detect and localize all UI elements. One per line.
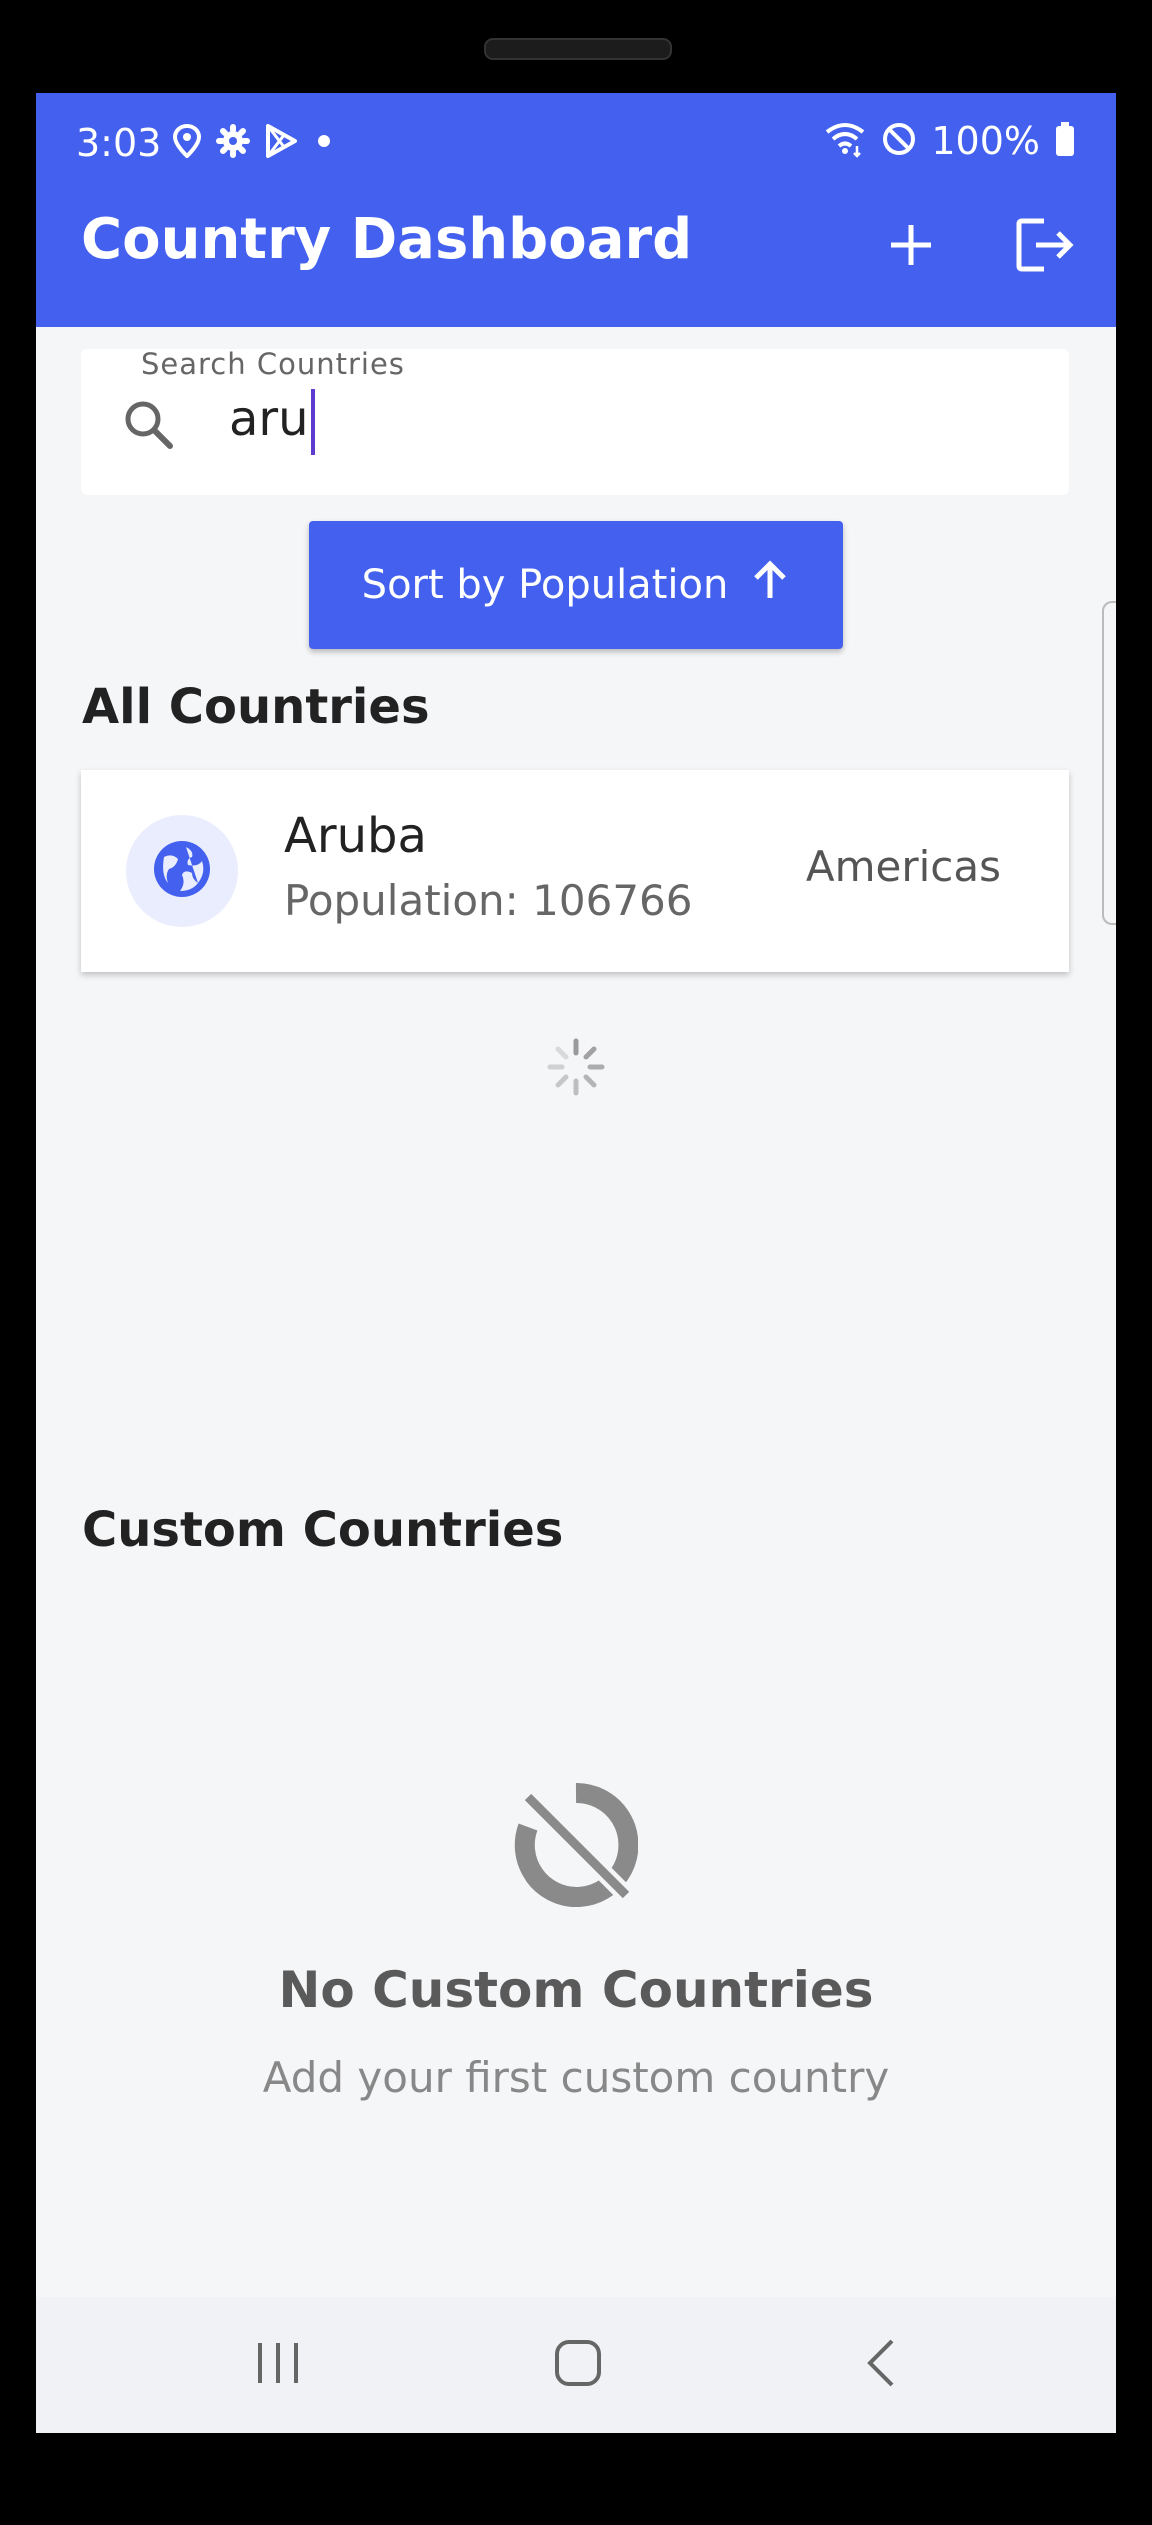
add-country-button[interactable]: [875, 211, 947, 283]
country-region: Americas: [805, 842, 1001, 891]
logout-icon: [1016, 217, 1076, 277]
empty-state-title: No Custom Countries: [278, 1961, 874, 2019]
all-countries-title: All Countries: [82, 679, 430, 735]
sync-disabled-icon: [514, 1782, 639, 1911]
do-not-disturb-icon: [881, 121, 917, 161]
country-name: Aruba: [284, 808, 427, 864]
system-nav-bar: [36, 2297, 1116, 2433]
play-store-icon: [264, 123, 298, 163]
status-bar: 3:03 100%: [36, 93, 1116, 197]
location-icon: [172, 123, 202, 162]
status-time: 3:03: [76, 121, 162, 165]
search-label: Search Countries: [141, 347, 405, 381]
search-input[interactable]: aru: [229, 389, 315, 455]
custom-countries-title: Custom Countries: [82, 1502, 564, 1558]
sort-by-population-button[interactable]: Sort by Population: [309, 521, 843, 649]
search-icon: [121, 397, 175, 455]
text-caret: [310, 389, 315, 455]
loading-spinner: [546, 1037, 606, 1101]
sort-button-label: Sort by Population: [361, 562, 729, 608]
home-button[interactable]: [552, 2337, 604, 2393]
country-card[interactable]: Aruba Population: 106766 Americas: [81, 770, 1069, 972]
logout-button[interactable]: [1010, 211, 1082, 283]
country-avatar: [126, 815, 238, 927]
home-icon: [552, 2340, 604, 2393]
app-bar: 3:03 100% Country Dashboard: [36, 93, 1116, 327]
recents-button[interactable]: [254, 2337, 302, 2393]
wifi-icon: [823, 120, 867, 162]
battery-level: 100%: [931, 119, 1040, 163]
empty-state-subtitle: Add your first custom country: [262, 2053, 890, 2102]
phone-screen: 3:03 100% Country Dashboard Search Count…: [36, 93, 1116, 2433]
add-icon: [887, 221, 935, 273]
back-icon: [862, 2339, 902, 2393]
dot-icon: [312, 129, 336, 157]
search-value: aru: [229, 391, 309, 447]
globe-icon: [152, 839, 212, 903]
app-title: Country Dashboard: [81, 207, 693, 272]
scroll-indicator[interactable]: [1102, 601, 1116, 925]
country-population: Population: 106766: [284, 876, 693, 925]
back-button[interactable]: [862, 2337, 902, 2393]
battery-icon: [1054, 121, 1076, 161]
gear-icon: [216, 124, 250, 162]
earpiece-speaker: [484, 38, 672, 60]
search-field[interactable]: Search Countries aru: [81, 347, 1069, 495]
arrow-up-icon: [750, 558, 790, 612]
recents-icon: [254, 2343, 302, 2393]
